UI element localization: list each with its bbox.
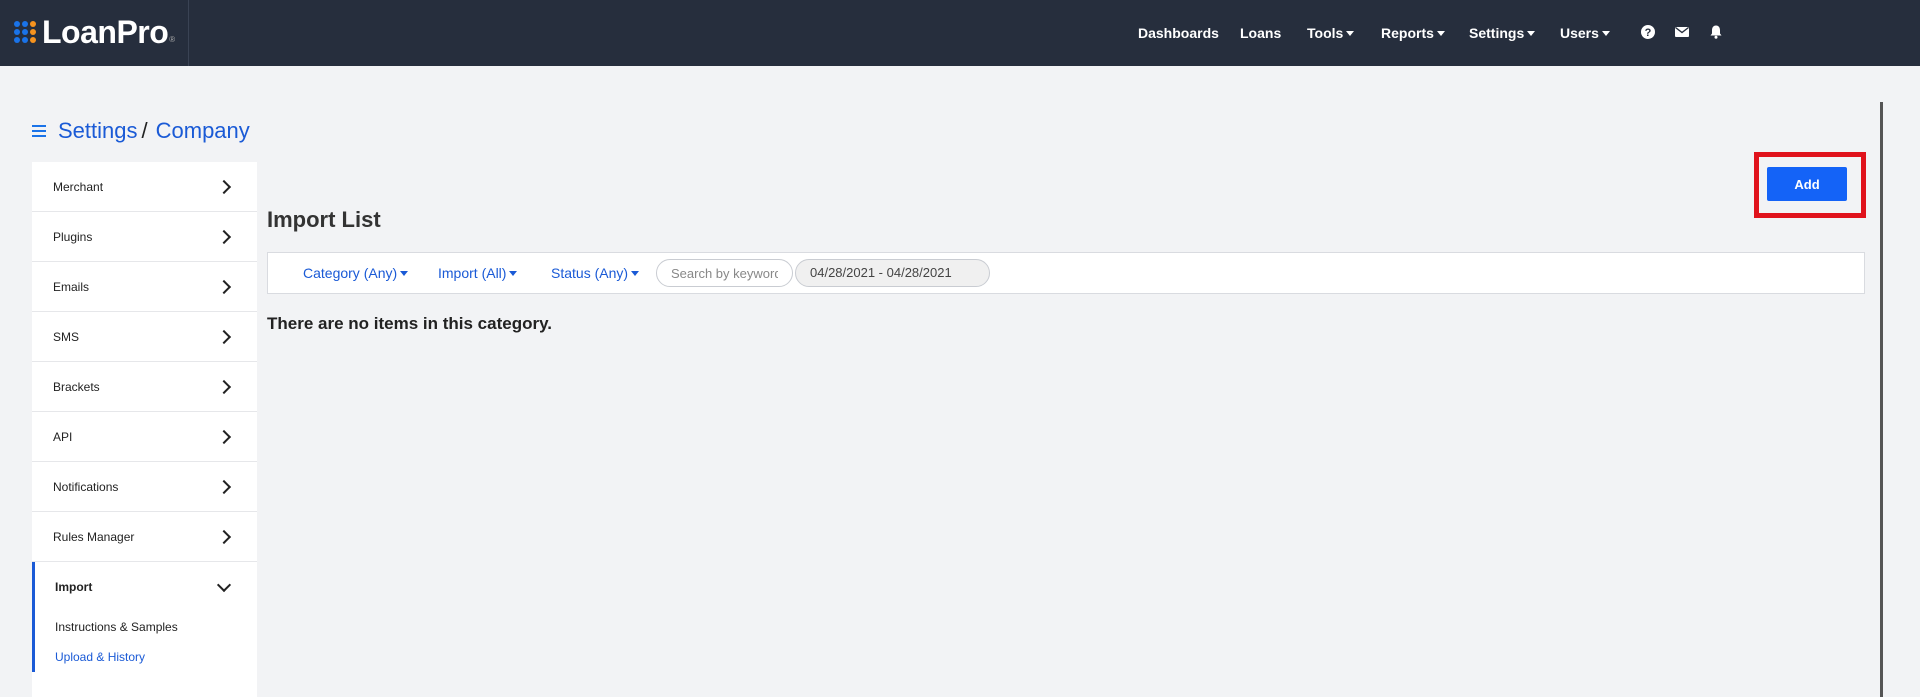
status-filter-dropdown[interactable]: Status (Any) [551, 265, 640, 281]
add-button[interactable]: Add [1767, 167, 1847, 201]
sidebar-item-label: Rules Manager [53, 529, 135, 544]
sidebar-item-label: API [53, 429, 73, 444]
empty-state-message: There are no items in this category. [267, 314, 552, 333]
import-filter-dropdown[interactable]: Import (All) [438, 265, 518, 281]
breadcrumb-settings[interactable]: Settings [58, 118, 138, 144]
bell-icon[interactable] [1708, 24, 1724, 40]
svg-text:?: ? [1645, 27, 1652, 39]
logo-registered-mark: ® [169, 35, 176, 44]
chevron-down-icon [216, 577, 232, 593]
search-input[interactable] [656, 259, 793, 287]
nav-reports-label: Reports [1381, 25, 1434, 41]
logo-dots-icon [14, 21, 36, 43]
category-filter-dropdown[interactable]: Category (Any) [303, 265, 409, 281]
sidebar-item-emails[interactable]: Emails [32, 262, 257, 312]
logo-text: LoanPro [42, 13, 169, 50]
nav-settings-label: Settings [1469, 25, 1525, 41]
nav-tools[interactable]: Tools [1307, 25, 1355, 41]
sidebar-item-label: SMS [53, 329, 80, 344]
filter-bar: Category (Any) Import (All) Status (Any)… [267, 252, 1865, 294]
chevron-right-icon [216, 379, 232, 394]
caret-down-icon [1527, 30, 1536, 36]
chevron-right-icon [216, 479, 232, 494]
settings-sidebar: Merchant Plugins Emails SMS Brackets API… [32, 162, 257, 697]
navbar-divider [188, 0, 189, 66]
chevron-right-icon [216, 279, 232, 294]
caret-down-icon [1601, 30, 1610, 36]
sidebar-item-label: Merchant [53, 179, 104, 194]
sidebar-item-notifications[interactable]: Notifications [32, 462, 257, 512]
sidebar-item-brackets[interactable]: Brackets [32, 362, 257, 412]
sidebar-item-sms[interactable]: SMS [32, 312, 257, 362]
nav-users-label: Users [1560, 25, 1599, 41]
nav-settings[interactable]: Settings [1469, 25, 1536, 41]
date-range-picker[interactable]: 04/28/2021 - 04/28/2021 [795, 259, 990, 287]
caret-down-icon [631, 270, 640, 276]
caret-down-icon [400, 270, 409, 276]
page-title: Import List [267, 207, 381, 232]
chevron-right-icon [216, 229, 232, 244]
hamburger-menu-icon[interactable] [32, 124, 46, 138]
top-navbar: LoanPro ® Dashboards Loans Tools Reports… [0, 0, 1920, 66]
page-scrollbar[interactable] [1880, 102, 1883, 697]
caret-down-icon [509, 270, 518, 276]
breadcrumb-company[interactable]: Company [156, 118, 250, 144]
category-filter-label: Category (Any) [303, 265, 398, 281]
sidebar-item-label: Emails [53, 279, 90, 294]
nav-dashboards[interactable]: Dashboards [1138, 25, 1219, 41]
caret-down-icon [1436, 30, 1445, 36]
sidebar-subitem-upload-history[interactable]: Upload & History [35, 642, 257, 672]
sidebar-item-merchant[interactable]: Merchant [32, 162, 257, 212]
mail-icon[interactable] [1674, 24, 1690, 40]
sidebar-item-import[interactable]: Import [35, 562, 257, 612]
breadcrumb-separator: / [141, 118, 148, 143]
status-filter-label: Status (Any) [551, 265, 629, 281]
nav-reports[interactable]: Reports [1381, 25, 1445, 41]
nav-tools-label: Tools [1307, 25, 1344, 41]
sidebar-item-api[interactable]: API [32, 412, 257, 462]
breadcrumb: Settings / Company [32, 118, 250, 144]
chevron-right-icon [216, 529, 232, 544]
import-filter-label: Import (All) [438, 265, 507, 281]
sidebar-item-label: Notifications [53, 479, 119, 494]
sidebar-item-plugins[interactable]: Plugins [32, 212, 257, 262]
sidebar-import-group: Import Instructions & Samples Upload & H… [32, 562, 257, 672]
sidebar-item-label: Import [55, 580, 93, 594]
sidebar-subitem-instructions-samples[interactable]: Instructions & Samples [35, 612, 257, 642]
caret-down-icon [1346, 30, 1355, 36]
loanpro-logo[interactable]: LoanPro ® [14, 14, 175, 50]
sidebar-item-label: Brackets [53, 379, 100, 394]
sidebar-item-label: Plugins [53, 229, 93, 244]
chevron-right-icon [216, 429, 232, 444]
help-icon[interactable]: ? [1640, 24, 1656, 40]
chevron-right-icon [216, 329, 232, 344]
sidebar-item-rules-manager[interactable]: Rules Manager [32, 512, 257, 562]
nav-users[interactable]: Users [1560, 25, 1610, 41]
chevron-right-icon [216, 179, 232, 194]
nav-loans[interactable]: Loans [1240, 25, 1281, 41]
